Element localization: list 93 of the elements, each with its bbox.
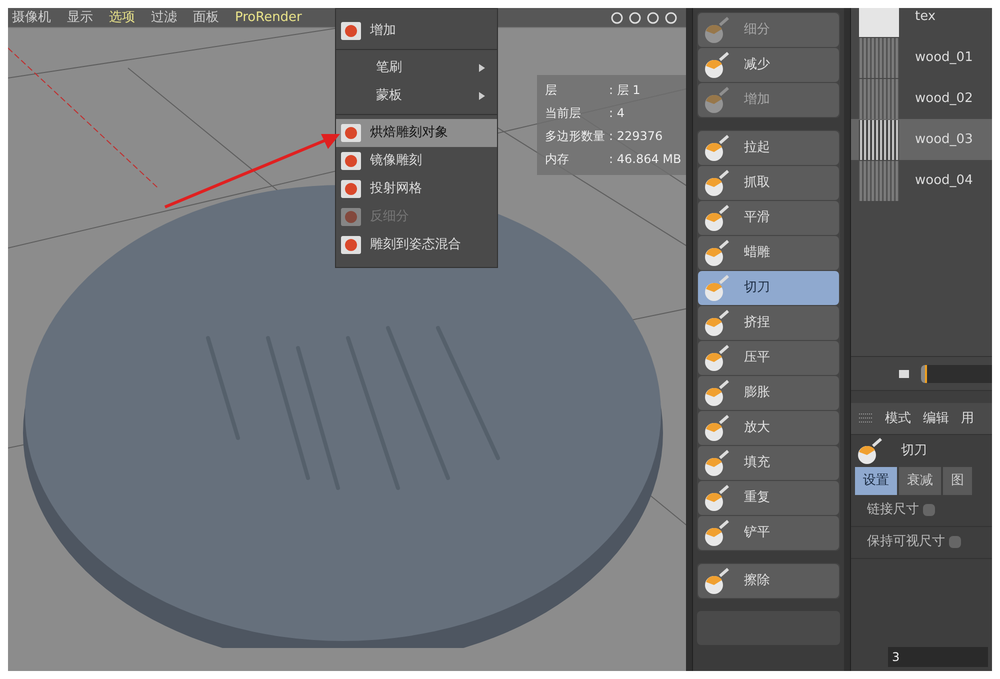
view-control-icon[interactable] [628,10,642,24]
menu-item[interactable]: 镜像雕刻 [336,147,497,175]
view-control-icon[interactable] [610,10,624,24]
menu-item[interactable]: 模式 [885,408,911,428]
tab[interactable]: 设置 [855,467,897,494]
tool-button[interactable]: 蜡雕 [698,236,839,270]
menu-item[interactable]: 烘焙雕刻对象 [336,119,497,147]
brush-sphere-icon [702,15,732,45]
tool-icon [340,235,362,255]
brush-sphere-icon [702,308,732,338]
brush-sphere-icon [702,168,732,198]
info-value: : 46.864 MB [609,151,682,168]
number-field[interactable]: 3 [888,647,988,667]
info-value: : 4 [609,105,626,122]
texture-name: wood_02 [915,90,973,108]
texture-name: wood_01 [915,48,973,67]
info-label: 内存 [545,151,570,168]
brush-sphere-icon [702,273,732,303]
brush-sphere-icon [702,50,732,80]
texture-item[interactable]: wood_04 [851,160,992,201]
grip-icon [859,412,873,426]
brush-sphere-icon [702,203,732,233]
texture-thumbnail [859,160,899,200]
texture-name: wood_03 [915,130,973,149]
menu-item[interactable]: 选项 [109,8,135,28]
tool-button[interactable]: 铲平 [698,516,839,550]
info-label: 当前层 [545,105,582,122]
tool-button[interactable]: 减少 [698,48,839,82]
submenu-arrow-icon [479,92,485,100]
tab[interactable]: 图 [943,467,972,494]
checkbox[interactable] [949,536,961,548]
brush-sphere-icon [702,483,732,513]
texture-item[interactable]: wood_02 [851,78,992,119]
tool-button[interactable]: 擦除 [698,564,839,598]
texture-item[interactable]: tex [851,8,992,37]
texture-thumbnail [859,8,899,36]
tool-button[interactable]: 抓取 [698,166,839,200]
brush-sphere-icon [702,343,732,373]
tool-icon [340,207,362,227]
texture-thumbnail [859,120,899,160]
tool-button[interactable]: 膨胀 [698,376,839,410]
option-label: 链接尺寸 [867,501,919,520]
brush-sphere-icon [702,448,732,478]
brush-sphere-icon [702,566,732,596]
texture-item[interactable]: wood_01 [851,37,992,78]
view-control-icon[interactable] [664,10,678,24]
timeline-track[interactable] [921,364,992,382]
brush-sphere-icon [702,518,732,548]
option-label: 保持可视尺寸 [867,533,945,552]
tool-button[interactable]: 压平 [698,341,839,375]
texture-thumbnail [859,38,899,78]
menu-item[interactable]: 过滤 [151,8,177,28]
menu-item[interactable]: 用 [961,408,974,428]
brush-sphere-icon [702,238,732,268]
texture-name: wood_04 [915,172,973,190]
tool-button[interactable]: 放大 [698,411,839,445]
submenu-item[interactable]: 蒙板 [336,82,497,110]
brush-sphere-icon [702,378,732,408]
tool-icon [340,151,362,171]
info-value: : 229376 [609,128,664,145]
tool-button[interactable]: 挤捏 [698,306,839,340]
view-control-icon[interactable] [646,10,660,24]
menu-item[interactable]: 编辑 [923,408,949,428]
brush-sphere-icon [702,413,732,443]
texture-thumbnail [859,78,899,118]
submenu-item[interactable]: 笔刷 [336,54,497,82]
tool-button[interactable]: 切刀 [698,271,839,305]
tool-icon [340,21,362,41]
tool-title: 切刀 [901,442,927,460]
brush-sphere-icon [702,133,732,163]
menu-item[interactable]: 面板 [193,8,219,28]
checkbox[interactable] [923,504,935,516]
texture-item[interactable]: wood_03 [851,119,992,160]
info-label: 多边形数量 [545,128,605,145]
tool-button[interactable]: 平滑 [698,201,839,235]
menu-item[interactable]: 显示 [67,8,93,28]
tab[interactable]: 衰减 [899,467,941,494]
submenu-arrow-icon [479,64,485,72]
info-value: : 层 1 [609,82,642,99]
tool-icon [340,123,362,143]
tool-icon [340,179,362,199]
menu-item[interactable]: 摄像机 [12,8,51,28]
menu-item[interactable]: 投射网格 [336,175,497,203]
menu-item[interactable]: 雕刻到姿态混合 [336,231,497,259]
info-label: 层 [545,82,558,99]
tool-button[interactable]: 拉起 [698,131,839,165]
texture-name: tex [915,8,936,26]
menu-item[interactable]: ProRender [235,8,302,28]
brush-sphere-icon [855,436,885,466]
brush-sphere-icon [702,85,732,115]
tool-button[interactable]: 填充 [698,446,839,480]
menu-item[interactable]: 增加 [336,17,497,45]
tool-button[interactable]: 重复 [698,481,839,515]
